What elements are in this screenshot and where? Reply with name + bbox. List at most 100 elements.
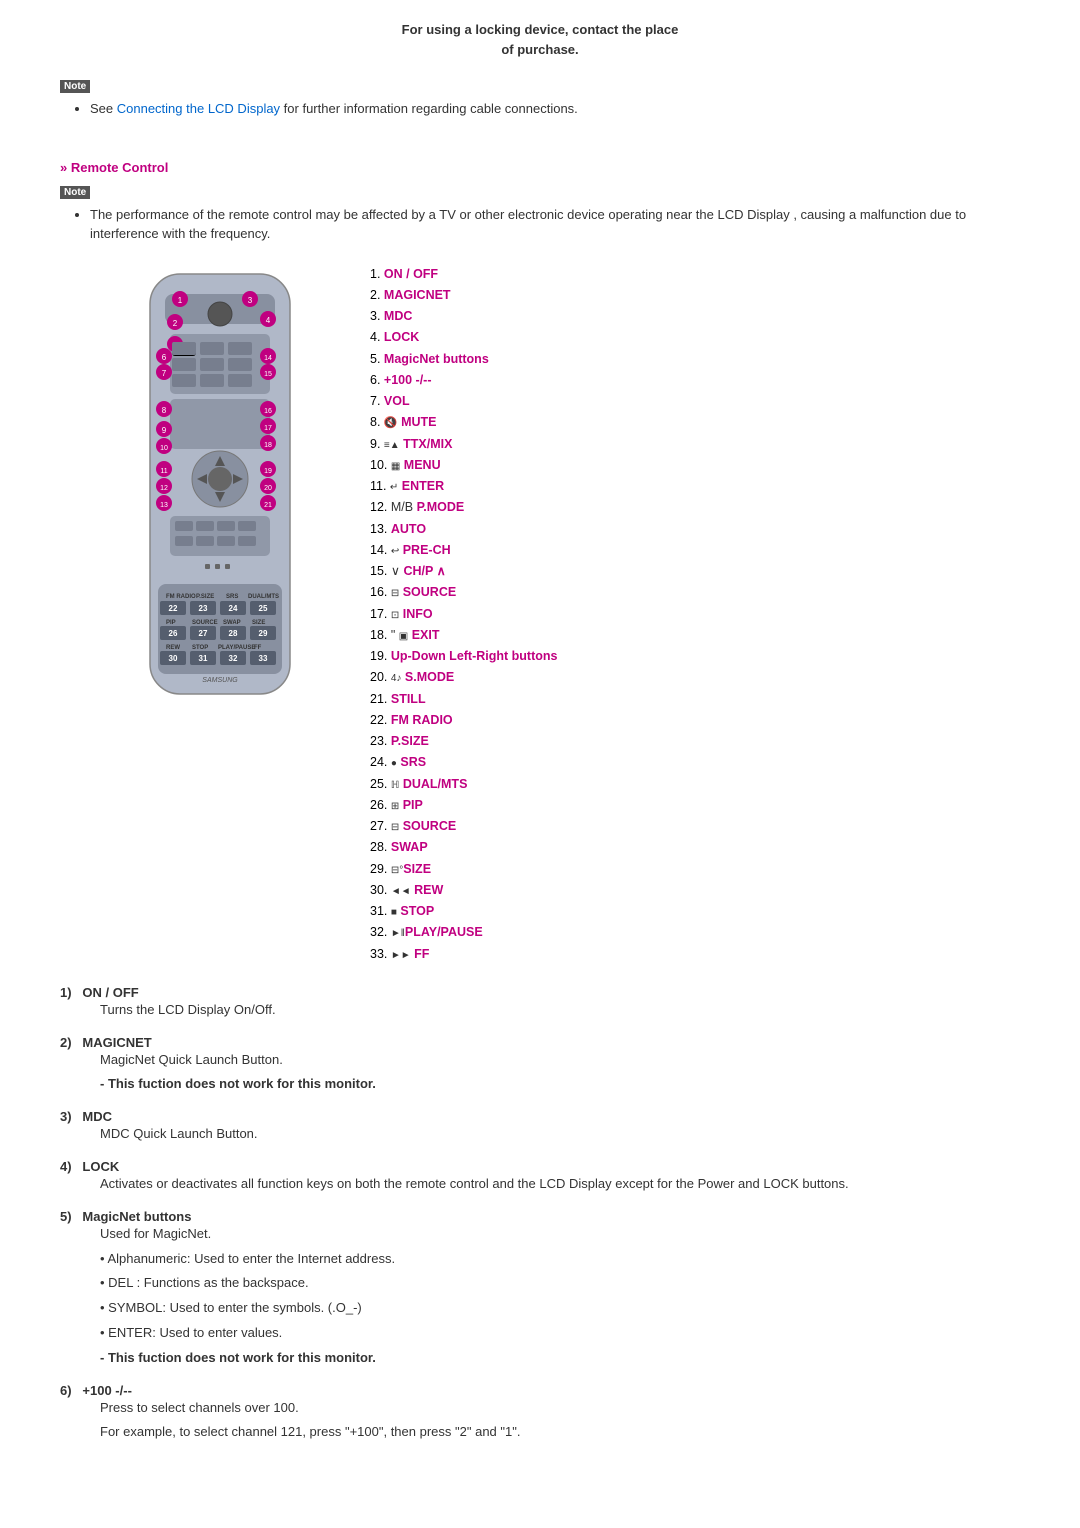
note-icon-2: Note	[60, 186, 90, 199]
svg-text:33: 33	[259, 654, 268, 663]
remote-label-25: 25. ℍ DUAL/MTS	[370, 774, 1020, 795]
svg-text:1: 1	[178, 296, 183, 305]
top-note: For using a locking device, contact the …	[60, 20, 1020, 59]
remote-label-23: 23. P.SIZE	[370, 731, 1020, 752]
remote-labels-list: 1. ON / OFF 2. MAGICNET 3. MDC 4. LOCK 5…	[370, 264, 1020, 965]
svg-text:20: 20	[264, 485, 272, 492]
remote-image: 1 3 4 2 5	[120, 264, 340, 747]
remote-section: 1 3 4 2 5	[120, 264, 1020, 965]
desc-item-1: 1) ON / OFF Turns the LCD Display On/Off…	[60, 985, 1020, 1021]
svg-text:3: 3	[248, 296, 253, 305]
desc-num-1: 1)	[60, 985, 72, 1000]
svg-text:15: 15	[264, 371, 272, 378]
desc-item-4: 4) LOCK Activates or deactivates all fun…	[60, 1159, 1020, 1195]
svg-text:FM RADIO: FM RADIO	[166, 594, 196, 600]
remote-label-11: 11. ↵ ENTER	[370, 476, 1020, 497]
remote-label-31: 31. ■ STOP	[370, 901, 1020, 922]
svg-text:21: 21	[264, 502, 272, 509]
svg-text:19: 19	[264, 468, 272, 475]
descriptions-section: 1) ON / OFF Turns the LCD Display On/Off…	[60, 985, 1020, 1443]
svg-text:PIP: PIP	[166, 620, 176, 626]
remote-label-22: 22. FM RADIO	[370, 710, 1020, 731]
remote-label-1: 1. ON / OFF	[370, 264, 1020, 285]
svg-text:DUAL/MTS: DUAL/MTS	[248, 594, 279, 600]
remote-label-15: 15. ∨ CH/P ∧	[370, 561, 1020, 582]
remote-label-18: 18. " ▣ EXIT	[370, 625, 1020, 646]
note-box-2: Note	[60, 185, 1020, 199]
section-heading-remote: Remote Control	[60, 160, 1020, 175]
remote-label-13: 13. AUTO	[370, 519, 1020, 540]
desc-num-3: 3)	[60, 1109, 72, 1124]
svg-text:25: 25	[259, 604, 268, 613]
svg-text:6: 6	[162, 353, 167, 362]
remote-label-2: 2. MAGICNET	[370, 285, 1020, 306]
svg-text:12: 12	[160, 485, 168, 492]
remote-label-9: 9. ≡▲ TTX/MIX	[370, 434, 1020, 455]
desc-title-4: LOCK	[82, 1159, 119, 1174]
svg-text:29: 29	[259, 629, 268, 638]
remote-label-12: 12. M/B P.MODE	[370, 497, 1020, 518]
svg-text:24: 24	[229, 604, 238, 613]
svg-text:13: 13	[160, 502, 168, 509]
svg-text:14: 14	[264, 355, 272, 362]
desc-body-1: Turns the LCD Display On/Off.	[100, 1000, 1020, 1021]
desc-title-3: MDC	[82, 1109, 112, 1124]
desc-body-6: Press to select channels over 100. For e…	[100, 1398, 1020, 1444]
remote-label-8: 8. 🔇 MUTE	[370, 412, 1020, 433]
desc-title-1: ON / OFF	[82, 985, 138, 1000]
svg-text:SAMSUNG: SAMSUNG	[202, 677, 238, 684]
svg-text:REW: REW	[166, 645, 180, 651]
svg-text:31: 31	[199, 654, 208, 663]
remote-label-10: 10. ▦ MENU	[370, 455, 1020, 476]
svg-text:4: 4	[266, 316, 271, 325]
remote-label-4: 4. LOCK	[370, 327, 1020, 348]
note-icon-1: Note	[60, 80, 90, 93]
svg-text:STOP: STOP	[192, 645, 208, 651]
remote-label-14: 14. ↩ PRE-CH	[370, 540, 1020, 561]
svg-text:7: 7	[162, 369, 167, 378]
svg-text:23: 23	[199, 604, 208, 613]
remote-label-20: 20. 4♪ S.MODE	[370, 667, 1020, 688]
svg-text:SWAP: SWAP	[223, 620, 241, 626]
svg-text:17: 17	[264, 425, 272, 432]
desc-item-5: 5) MagicNet buttons Used for MagicNet. •…	[60, 1209, 1020, 1369]
remote-label-30: 30. ◄◄ REW	[370, 880, 1020, 901]
svg-text:27: 27	[199, 629, 208, 638]
svg-text:P.SIZE: P.SIZE	[196, 594, 214, 600]
remote-label-24: 24. ● SRS	[370, 752, 1020, 773]
remote-svg: 1 3 4 2 5	[120, 264, 320, 744]
svg-text:9: 9	[162, 426, 167, 435]
desc-num-4: 4)	[60, 1159, 72, 1174]
desc-item-3: 3) MDC MDC Quick Launch Button.	[60, 1109, 1020, 1145]
svg-text:11: 11	[160, 468, 167, 475]
desc-num-2: 2)	[60, 1035, 72, 1050]
desc-body-4: Activates or deactivates all function ke…	[100, 1174, 1020, 1195]
note-list-1: See Connecting the LCD Display for furth…	[90, 99, 1020, 119]
desc-item-2: 2) MAGICNET MagicNet Quick Launch Button…	[60, 1035, 1020, 1096]
remote-label-26: 26. ⊞ PIP	[370, 795, 1020, 816]
remote-label-27: 27. ⊟ SOURCE	[370, 816, 1020, 837]
svg-text:26: 26	[169, 629, 178, 638]
svg-text:30: 30	[169, 654, 178, 663]
remote-label-29: 29. ⊟°SIZE	[370, 859, 1020, 880]
svg-text:SRS: SRS	[226, 594, 238, 600]
desc-body-3: MDC Quick Launch Button.	[100, 1124, 1020, 1145]
note-bullet-1: See Connecting the LCD Display for furth…	[90, 99, 1020, 119]
svg-text:FF: FF	[254, 645, 262, 651]
svg-text:16: 16	[264, 408, 272, 415]
remote-label-16: 16. ⊟ SOURCE	[370, 582, 1020, 603]
remote-label-21: 21. STILL	[370, 689, 1020, 710]
desc-body-5: Used for MagicNet. • Alphanumeric: Used …	[100, 1224, 1020, 1369]
svg-text:2: 2	[173, 319, 178, 328]
svg-text:8: 8	[162, 406, 167, 415]
note-bullet-2: The performance of the remote control ma…	[90, 205, 1020, 244]
remote-label-17: 17. ⊡ INFO	[370, 604, 1020, 625]
lcd-display-link[interactable]: Connecting the LCD Display	[117, 101, 280, 116]
desc-title-5: MagicNet buttons	[82, 1209, 191, 1224]
svg-text:PLAY/PAUSE: PLAY/PAUSE	[218, 645, 255, 651]
note-box-1: Note	[60, 79, 1020, 93]
svg-text:28: 28	[229, 629, 238, 638]
remote-label-3: 3. MDC	[370, 306, 1020, 327]
desc-item-6: 6) +100 -/-- Press to select channels ov…	[60, 1383, 1020, 1444]
desc-title-6: +100 -/--	[82, 1383, 132, 1398]
